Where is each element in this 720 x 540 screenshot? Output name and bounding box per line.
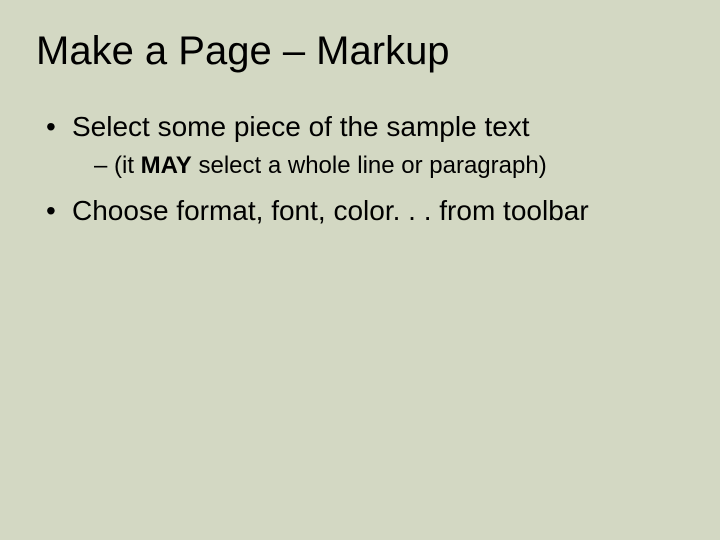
list-item: (it MAY select a whole line or paragraph… (94, 150, 684, 182)
sub-bullet-list: (it MAY select a whole line or paragraph… (72, 150, 684, 182)
slide-title: Make a Page – Markup (36, 28, 684, 74)
bullet-text: Choose format, font, color. . . from too… (72, 195, 589, 226)
bullet-text: Select some piece of the sample text (72, 111, 530, 142)
sub-bullet-text-post: select a whole line or paragraph) (192, 152, 547, 179)
sub-bullet-text-bold: MAY (141, 152, 192, 179)
list-item: Select some piece of the sample text (it… (46, 108, 684, 182)
sub-bullet-text-pre: (it (114, 152, 141, 179)
bullet-list: Select some piece of the sample text (it… (36, 108, 684, 230)
slide: Make a Page – Markup Select some piece o… (0, 0, 720, 540)
list-item: Choose format, font, color. . . from too… (46, 192, 684, 230)
